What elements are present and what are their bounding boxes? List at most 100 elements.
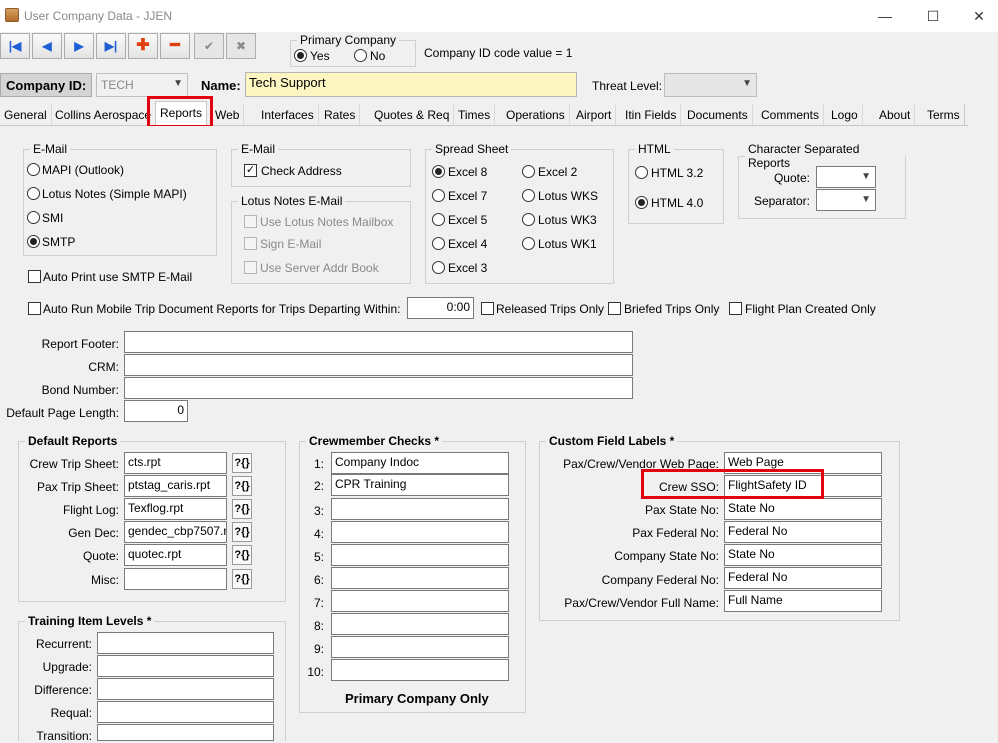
- tab-documents[interactable]: Documents: [683, 104, 753, 126]
- difference-input[interactable]: [97, 678, 274, 700]
- excel5-radio[interactable]: [432, 213, 445, 226]
- mapi-radio[interactable]: [27, 163, 40, 176]
- html-group: HTML: [628, 142, 724, 224]
- pax-state-no-input[interactable]: State No: [724, 498, 882, 520]
- excel7-radio[interactable]: [432, 189, 445, 202]
- crew-check-input-9[interactable]: [331, 636, 509, 658]
- pax-trip-sheet-input[interactable]: ptstag_caris.rpt: [124, 475, 227, 497]
- next-record-button[interactable]: ▶: [64, 33, 94, 59]
- lotus-wk1-radio[interactable]: [522, 237, 535, 250]
- browse-icon[interactable]: ?{}: [232, 476, 252, 496]
- recurrent-input[interactable]: [97, 632, 274, 654]
- gen-dec-input[interactable]: gendec_cbp7507.rpt: [124, 521, 227, 543]
- company-id-select[interactable]: TECH ▼: [96, 73, 188, 97]
- tab-operations[interactable]: Operations: [502, 104, 570, 126]
- minimize-icon[interactable]: —: [862, 0, 908, 32]
- pax-federal-no-input[interactable]: Federal No: [724, 521, 882, 543]
- crew-check-input-5[interactable]: [331, 544, 509, 566]
- tab-rates[interactable]: Rates: [320, 104, 361, 126]
- flight-log-input[interactable]: Texflog.rpt: [124, 498, 227, 520]
- misc-input[interactable]: [124, 568, 227, 590]
- quote-select[interactable]: ▼: [816, 166, 876, 188]
- tab-itin-fields[interactable]: Itin Fields: [621, 104, 682, 126]
- browse-icon[interactable]: ?{}: [232, 522, 252, 542]
- released-trips-checkbox[interactable]: [481, 302, 494, 315]
- requal-input[interactable]: [97, 701, 274, 723]
- auto-run-time-input[interactable]: 0:00: [407, 297, 474, 319]
- browse-icon[interactable]: ?{}: [232, 499, 252, 519]
- primary-no-radio[interactable]: [354, 49, 367, 62]
- excel3-radio[interactable]: [432, 261, 445, 274]
- first-record-button[interactable]: |◀: [0, 33, 30, 59]
- upgrade-input[interactable]: [97, 655, 274, 677]
- page-length-input[interactable]: 0: [124, 400, 188, 422]
- crew-check-input-8[interactable]: [331, 613, 509, 635]
- lotus-notes-radio[interactable]: [27, 187, 40, 200]
- delete-record-button[interactable]: ━: [160, 33, 190, 59]
- smtp-radio[interactable]: [27, 235, 40, 248]
- excel4-label: Excel 4: [448, 237, 488, 251]
- tab-logo[interactable]: Logo: [827, 104, 863, 126]
- lotus-wk3-radio[interactable]: [522, 213, 535, 226]
- tab-comments[interactable]: Comments: [757, 104, 825, 126]
- threat-level-select[interactable]: ▼: [664, 73, 757, 97]
- tab-terms[interactable]: Terms: [923, 104, 965, 126]
- primary-yes-radio[interactable]: [294, 49, 307, 62]
- report-footer-input[interactable]: [124, 331, 633, 353]
- smi-radio[interactable]: [27, 211, 40, 224]
- tab-web[interactable]: Web: [211, 104, 245, 126]
- check-number: 5:: [313, 550, 324, 564]
- browse-icon[interactable]: ?{}: [232, 569, 252, 589]
- excel8-radio[interactable]: [432, 165, 445, 178]
- add-record-button[interactable]: ✚: [128, 33, 158, 59]
- crew-sso-highlight: [641, 469, 824, 499]
- transition-input[interactable]: [97, 724, 274, 741]
- full-name-input[interactable]: Full Name: [724, 590, 882, 612]
- excel4-radio[interactable]: [432, 237, 445, 250]
- maximize-icon[interactable]: ☐: [910, 0, 956, 32]
- company-federal-no-input[interactable]: Federal No: [724, 567, 882, 589]
- tab-airport[interactable]: Airport: [572, 104, 617, 126]
- crew-trip-sheet-input[interactable]: cts.rpt: [124, 452, 227, 474]
- auto-print-checkbox[interactable]: [28, 270, 41, 283]
- tab-interfaces[interactable]: Interfaces: [257, 104, 319, 126]
- check-address-checkbox[interactable]: ✓: [244, 164, 257, 177]
- server-addr-book-checkbox[interactable]: [244, 261, 257, 274]
- auto-run-checkbox[interactable]: [28, 302, 41, 315]
- tab-collins-aerospace[interactable]: Collins Aerospace: [51, 104, 157, 126]
- tab-quotes-req[interactable]: Quotes & Req: [370, 104, 455, 126]
- browse-icon[interactable]: ?{}: [232, 453, 252, 473]
- company-state-no-input[interactable]: State No: [724, 544, 882, 566]
- separator-select[interactable]: ▼: [816, 189, 876, 211]
- crew-check-input-1[interactable]: Company Indoc: [331, 452, 509, 474]
- prev-record-button[interactable]: ◀: [32, 33, 62, 59]
- crew-check-input-10[interactable]: [331, 659, 509, 681]
- crew-check-input-2[interactable]: CPR Training: [331, 474, 509, 496]
- sign-email-checkbox[interactable]: [244, 237, 257, 250]
- tab-times[interactable]: Times: [454, 104, 496, 126]
- flight-plan-checkbox[interactable]: [729, 302, 742, 315]
- cancel-button[interactable]: ✖: [226, 33, 256, 59]
- chevron-down-icon: ▼: [173, 78, 183, 89]
- crew-check-input-7[interactable]: [331, 590, 509, 612]
- crm-input[interactable]: [124, 354, 633, 376]
- close-icon[interactable]: ✕: [956, 0, 998, 32]
- excel2-radio[interactable]: [522, 165, 535, 178]
- last-record-button[interactable]: ▶|: [96, 33, 126, 59]
- lotus-wks-radio[interactable]: [522, 189, 535, 202]
- crew-check-input-3[interactable]: [331, 498, 509, 520]
- crew-check-input-4[interactable]: [331, 521, 509, 543]
- html32-radio[interactable]: [635, 166, 648, 179]
- crew-check-input-6[interactable]: [331, 567, 509, 589]
- quote-report-input[interactable]: quotec.rpt: [124, 544, 227, 566]
- confirm-button[interactable]: ✔: [194, 33, 224, 59]
- pax-trip-sheet-label: Pax Trip Sheet:: [36, 480, 119, 494]
- tab-about[interactable]: About: [875, 104, 916, 126]
- bond-number-input[interactable]: [124, 377, 633, 399]
- browse-icon[interactable]: ?{}: [232, 545, 252, 565]
- briefed-trips-checkbox[interactable]: [608, 302, 621, 315]
- lotus-mailbox-checkbox[interactable]: [244, 215, 257, 228]
- html40-radio[interactable]: [635, 196, 648, 209]
- tab-general[interactable]: General: [0, 104, 52, 126]
- name-input[interactable]: Tech Support: [245, 72, 577, 97]
